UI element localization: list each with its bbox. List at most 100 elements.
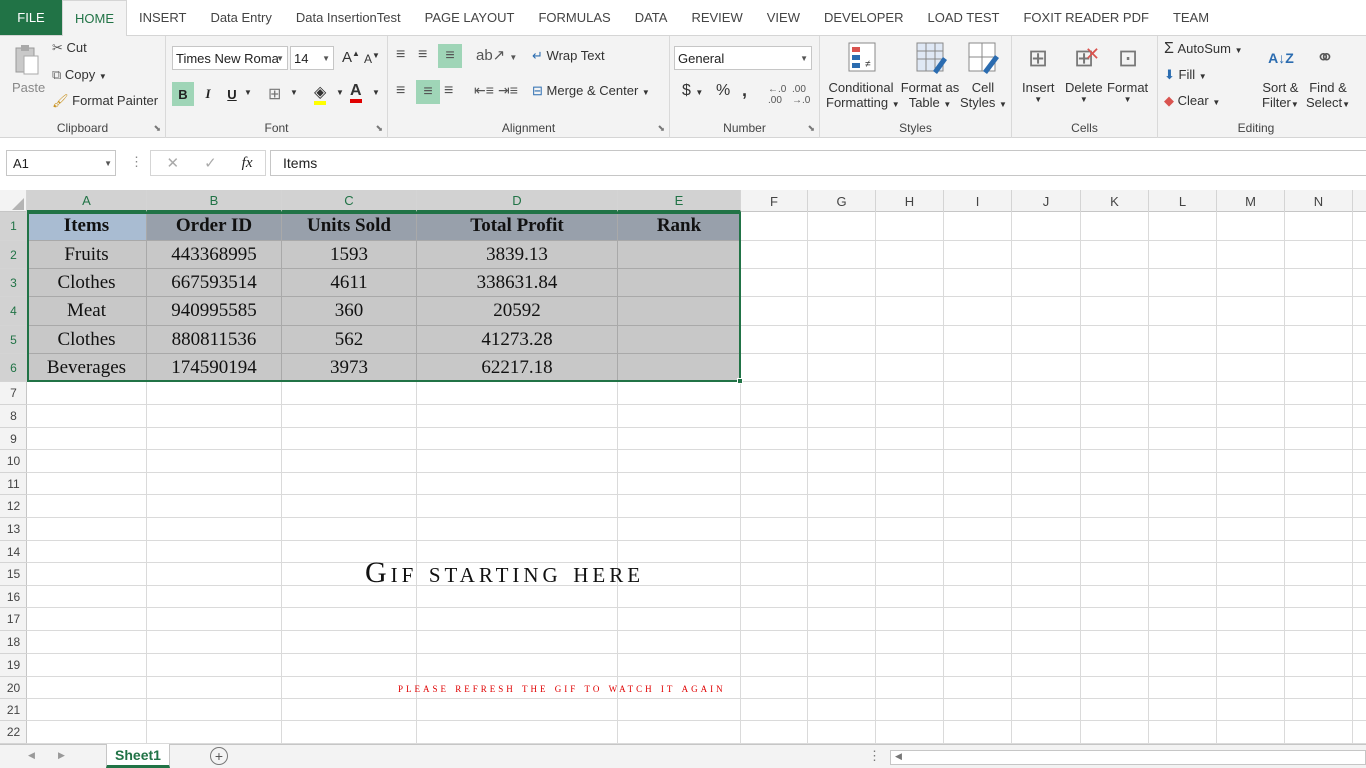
- cell-styles-icon[interactable]: [966, 40, 1000, 76]
- column-header-i[interactable]: I: [944, 190, 1012, 212]
- tab-insert[interactable]: INSERT: [127, 0, 198, 35]
- cell-e5[interactable]: [618, 326, 741, 354]
- more-icon[interactable]: ⋮: [130, 154, 143, 170]
- row-header-22[interactable]: 22: [0, 721, 27, 744]
- conditional-formatting-icon[interactable]: ≠: [846, 40, 880, 76]
- cell-d5[interactable]: 41273.28: [417, 326, 618, 354]
- chevron-down-icon[interactable]: ▼: [336, 88, 344, 97]
- paste-icon[interactable]: [12, 42, 42, 80]
- sort-filter-icon[interactable]: A↓Z: [1264, 40, 1298, 76]
- align-left-icon[interactable]: ≡: [396, 82, 405, 100]
- fill-handle[interactable]: [737, 378, 743, 384]
- cell-d6[interactable]: 62217.18: [417, 354, 618, 382]
- fill-color-icon[interactable]: ◈: [314, 82, 327, 105]
- add-sheet-icon[interactable]: +: [210, 747, 228, 765]
- cell-a2[interactable]: Fruits: [27, 241, 147, 269]
- tab-home[interactable]: HOME: [62, 0, 127, 36]
- font-name-select[interactable]: Times New Roma ▼: [172, 46, 288, 70]
- chevron-down-icon[interactable]: ▼: [244, 88, 252, 97]
- column-header-m[interactable]: M: [1217, 190, 1285, 212]
- row-header-8[interactable]: 8: [0, 405, 27, 428]
- underline-button[interactable]: U: [222, 82, 242, 106]
- tab-file[interactable]: FILE: [0, 0, 62, 35]
- column-header-k[interactable]: K: [1081, 190, 1149, 212]
- horizontal-scrollbar[interactable]: ◀: [890, 750, 1366, 765]
- column-header-l[interactable]: L: [1149, 190, 1217, 212]
- paste-button[interactable]: Paste: [12, 80, 45, 95]
- column-header-d[interactable]: D: [417, 190, 618, 212]
- column-header-f[interactable]: F: [741, 190, 808, 212]
- insert-function-icon[interactable]: fx: [242, 155, 253, 172]
- cell-b4[interactable]: 940995585: [147, 297, 282, 326]
- scroll-left-arrow-icon[interactable]: ◀: [895, 751, 902, 762]
- autosum-button[interactable]: Σ AutoSum ▼: [1164, 40, 1243, 58]
- comma-button[interactable]: ,: [742, 80, 747, 101]
- cell-d4[interactable]: 20592: [417, 297, 618, 326]
- tab-load-test[interactable]: LOAD TEST: [915, 0, 1011, 35]
- currency-button[interactable]: $ ▼: [682, 82, 703, 100]
- find-select-button[interactable]: Find & Select▼: [1306, 80, 1350, 110]
- row-header-14[interactable]: 14: [0, 541, 27, 563]
- borders-icon[interactable]: ⊞: [268, 84, 281, 104]
- row-header-2[interactable]: 2: [0, 241, 27, 269]
- italic-button[interactable]: I: [198, 82, 218, 106]
- column-header-j[interactable]: J: [1012, 190, 1081, 212]
- column-header-e[interactable]: E: [618, 190, 741, 212]
- cell-a1[interactable]: Items: [27, 212, 147, 241]
- row-header-3[interactable]: 3: [0, 269, 27, 297]
- cell-c6[interactable]: 3973: [282, 354, 417, 382]
- copy-button[interactable]: ⧉ Copy ▼: [52, 67, 107, 83]
- cell-styles-button[interactable]: Cell Styles ▼: [960, 80, 1007, 110]
- cell-a6[interactable]: Beverages: [27, 354, 147, 382]
- row-header-6[interactable]: 6: [0, 354, 27, 382]
- cell-c2[interactable]: 1593: [282, 241, 417, 269]
- formula-input[interactable]: Items: [270, 150, 1366, 176]
- tab-team[interactable]: TEAM: [1161, 0, 1221, 35]
- cell-d1[interactable]: Total Profit: [417, 212, 618, 241]
- align-right-icon[interactable]: ≡: [444, 82, 453, 100]
- cell-c3[interactable]: 4611: [282, 269, 417, 297]
- row-header-7[interactable]: 7: [0, 382, 27, 405]
- middle-align-icon[interactable]: ≡: [418, 46, 427, 64]
- cell-c5[interactable]: 562: [282, 326, 417, 354]
- row-header-15[interactable]: 15: [0, 563, 27, 586]
- bottom-align-icon[interactable]: ≡: [438, 44, 462, 68]
- number-format-select[interactable]: General ▼: [674, 46, 812, 70]
- row-header-11[interactable]: 11: [0, 473, 27, 495]
- column-header-b[interactable]: B: [147, 190, 282, 212]
- cell-b1[interactable]: Order ID: [147, 212, 282, 241]
- cell-e3[interactable]: [618, 269, 741, 297]
- tab-page-layout[interactable]: PAGE LAYOUT: [413, 0, 527, 35]
- tab-data-entry[interactable]: Data Entry: [198, 0, 283, 35]
- chevron-down-icon[interactable]: ▼: [372, 88, 380, 97]
- number-launcher-icon[interactable]: ⬊: [807, 123, 815, 134]
- more-icon[interactable]: ⋮: [868, 748, 881, 764]
- scroll-right-icon[interactable]: ▶: [58, 750, 65, 761]
- row-header-5[interactable]: 5: [0, 326, 27, 354]
- alignment-launcher-icon[interactable]: ⬊: [657, 123, 665, 134]
- cell-e1[interactable]: Rank: [618, 212, 741, 241]
- row-header-1[interactable]: 1: [0, 212, 27, 241]
- cell-e4[interactable]: [618, 297, 741, 326]
- clipboard-launcher-icon[interactable]: ⬊: [153, 123, 161, 134]
- row-header-13[interactable]: 13: [0, 518, 27, 541]
- decrease-indent-icon[interactable]: ⇤≡: [474, 82, 494, 99]
- format-as-table-icon[interactable]: [914, 40, 948, 76]
- column-header-g[interactable]: G: [808, 190, 876, 212]
- decrease-decimal-icon[interactable]: .00 →.0: [792, 84, 810, 106]
- delete-button[interactable]: Delete ▼: [1065, 80, 1103, 104]
- row-header-19[interactable]: 19: [0, 654, 27, 677]
- bold-button[interactable]: B: [172, 82, 194, 106]
- tab-formulas[interactable]: FORMULAS: [526, 0, 622, 35]
- cut-button[interactable]: ✂ Cut: [52, 40, 87, 56]
- insert-cells-icon[interactable]: ⊞: [1022, 40, 1054, 76]
- delete-cells-icon[interactable]: ⊞ ✕: [1068, 40, 1100, 76]
- format-as-table-button[interactable]: Format as Table ▼: [900, 80, 960, 110]
- row-header-18[interactable]: 18: [0, 631, 27, 654]
- cell-a5[interactable]: Clothes: [27, 326, 147, 354]
- row-header-16[interactable]: 16: [0, 586, 27, 608]
- font-color-icon[interactable]: A: [350, 82, 362, 103]
- font-launcher-icon[interactable]: ⬊: [375, 123, 383, 134]
- column-header-h[interactable]: H: [876, 190, 944, 212]
- format-button[interactable]: Format ▼: [1107, 80, 1148, 104]
